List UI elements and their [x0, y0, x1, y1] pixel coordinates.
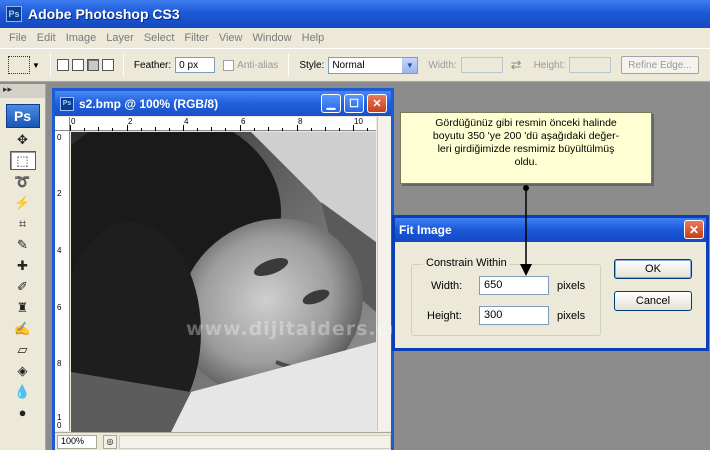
menu-bar: File Edit Image Layer Select Filter View…: [0, 28, 710, 48]
app-titlebar: Ps Adobe Photoshop CS3: [0, 0, 710, 28]
width-unit: pixels: [557, 280, 586, 292]
height-input[interactable]: [569, 57, 612, 73]
callout-line: Gördüğünüz gibi resmin önceki halinde: [435, 117, 617, 129]
options-bar: ▼ Feather: 0 px Anti-alias Style: Normal…: [0, 48, 710, 82]
close-icon[interactable]: ✕: [367, 94, 387, 113]
dodge-tool-icon[interactable]: ●: [10, 403, 36, 422]
menu-filter[interactable]: Filter: [179, 32, 213, 44]
photoshop-badge-icon[interactable]: Ps: [5, 104, 40, 128]
menu-image[interactable]: Image: [61, 32, 102, 44]
vertical-scrollbar[interactable]: [377, 117, 391, 431]
close-icon[interactable]: ✕: [684, 220, 704, 239]
separator: [49, 54, 51, 76]
menu-edit[interactable]: Edit: [32, 32, 61, 44]
separator: [288, 54, 290, 76]
menu-file[interactable]: File: [4, 32, 32, 44]
magic-wand-tool-icon[interactable]: ⚡: [10, 193, 36, 212]
constrain-within-group: [411, 264, 601, 336]
ruler-tick: 2: [57, 189, 62, 198]
new-selection-icon[interactable]: [56, 59, 69, 71]
blur-tool-icon[interactable]: 💧: [10, 382, 36, 401]
lasso-tool-icon[interactable]: ➰: [10, 172, 36, 191]
height-unit: pixels: [557, 310, 586, 322]
swap-icon[interactable]: ⇄: [511, 57, 522, 73]
fit-image-dialog: Fit Image ✕ Constrain Within Width: 650 …: [392, 215, 709, 351]
crop-tool-icon[interactable]: ⌗: [10, 214, 36, 233]
document-window: Ps s2.bmp @ 100% (RGB/8) ▁ ☐ ✕ 0 2 4 6 8…: [52, 88, 394, 450]
maximize-icon[interactable]: ☐: [344, 94, 364, 113]
brush-tool-icon[interactable]: ✐: [10, 277, 36, 296]
height-input[interactable]: 300: [479, 306, 549, 325]
cancel-button[interactable]: Cancel: [614, 291, 692, 311]
add-selection-icon[interactable]: [71, 59, 84, 71]
ruler-corner: [55, 117, 70, 131]
antialias-checkbox[interactable]: [223, 59, 235, 71]
height-label: Height:: [533, 59, 566, 71]
ruler-tick: 6: [57, 303, 62, 312]
width-input[interactable]: 650: [479, 276, 549, 295]
vertical-ruler: 0 2 4 6 8 1 0: [55, 131, 70, 431]
style-select[interactable]: Normal ▼: [328, 56, 419, 74]
ok-button[interactable]: OK: [614, 259, 692, 279]
callout-line: boyutu 350 'ye 200 'dü aşağıdaki değer-: [432, 130, 620, 142]
status-bar: 100% ◎: [55, 432, 391, 450]
status-menu-icon[interactable]: ◎: [103, 434, 117, 449]
feather-label: Feather:: [133, 59, 172, 71]
width-input[interactable]: [460, 57, 503, 73]
feather-input[interactable]: 0 px: [175, 57, 216, 73]
photoshop-icon: Ps: [6, 6, 22, 22]
width-label: Width:: [428, 59, 457, 71]
slice-tool-icon[interactable]: ✎: [10, 235, 36, 254]
ruler-tick: 0: [57, 133, 62, 142]
app-title: Adobe Photoshop CS3: [28, 6, 180, 22]
marquee-tool-icon[interactable]: ⬚: [9, 151, 36, 170]
subtract-selection-icon[interactable]: [86, 59, 99, 71]
eraser-tool-icon[interactable]: ▱: [10, 340, 36, 359]
history-brush-tool-icon[interactable]: ✍: [10, 319, 36, 338]
document-title: s2.bmp @ 100% (RGB/8): [79, 96, 219, 111]
annotation-callout: Gördüğünüz gibi resmin önceki halinde bo…: [400, 112, 652, 184]
height-label: Height:: [427, 310, 462, 322]
document-icon: Ps: [60, 96, 74, 111]
portrait-photo: [71, 132, 376, 432]
chevron-down-icon[interactable]: ▼: [32, 61, 40, 70]
paint-bucket-tool-icon[interactable]: ◈: [10, 361, 36, 380]
horizontal-scrollbar[interactable]: [119, 434, 391, 449]
menu-view[interactable]: View: [214, 32, 248, 44]
ruler-ticks: [70, 125, 368, 131]
dialog-title: Fit Image: [399, 223, 452, 237]
toolbox: ▸▸ Ps ✥ ⬚ ➰ ⚡ ⌗ ✎ ✚ ✐ ♜ ✍ ▱ ◈ 💧 ●: [0, 84, 46, 450]
menu-layer[interactable]: Layer: [101, 32, 139, 44]
callout-line: leri girdiğimizde resmimiz büyültülmüş: [437, 143, 615, 155]
move-tool-icon[interactable]: ✥: [10, 130, 36, 149]
healing-brush-tool-icon[interactable]: ✚: [10, 256, 36, 275]
toolbox-header[interactable]: ▸▸: [0, 84, 45, 98]
minimize-icon[interactable]: ▁: [321, 94, 341, 113]
callout-line: oldu.: [514, 156, 538, 168]
clone-stamp-tool-icon[interactable]: ♜: [10, 298, 36, 317]
dialog-titlebar[interactable]: Fit Image ✕: [395, 218, 706, 242]
ruler-tick: 4: [57, 246, 62, 255]
watermark: www.dijitalders.com: [186, 318, 424, 340]
tool-preset-picker[interactable]: [8, 56, 30, 74]
document-titlebar[interactable]: Ps s2.bmp @ 100% (RGB/8) ▁ ☐ ✕: [55, 91, 391, 116]
antialias-label: Anti-alias: [237, 59, 279, 71]
style-label: Style:: [299, 59, 325, 71]
menu-help[interactable]: Help: [297, 32, 330, 44]
ruler-tick: 0: [57, 421, 62, 430]
chevron-down-icon: ▼: [402, 57, 418, 73]
image-canvas[interactable]: [71, 132, 376, 432]
intersect-selection-icon[interactable]: [101, 59, 114, 71]
refine-edge-button[interactable]: Refine Edge...: [621, 56, 699, 74]
width-label: Width:: [431, 280, 463, 292]
ruler-tick: 8: [57, 359, 62, 368]
menu-select[interactable]: Select: [139, 32, 180, 44]
menu-window[interactable]: Window: [248, 32, 297, 44]
zoom-level-field[interactable]: 100%: [57, 434, 97, 449]
group-label: Constrain Within: [423, 257, 510, 269]
separator: [122, 54, 124, 76]
style-value: Normal: [332, 59, 365, 71]
horizontal-ruler: 0 2 4 6 8 10: [70, 117, 376, 131]
